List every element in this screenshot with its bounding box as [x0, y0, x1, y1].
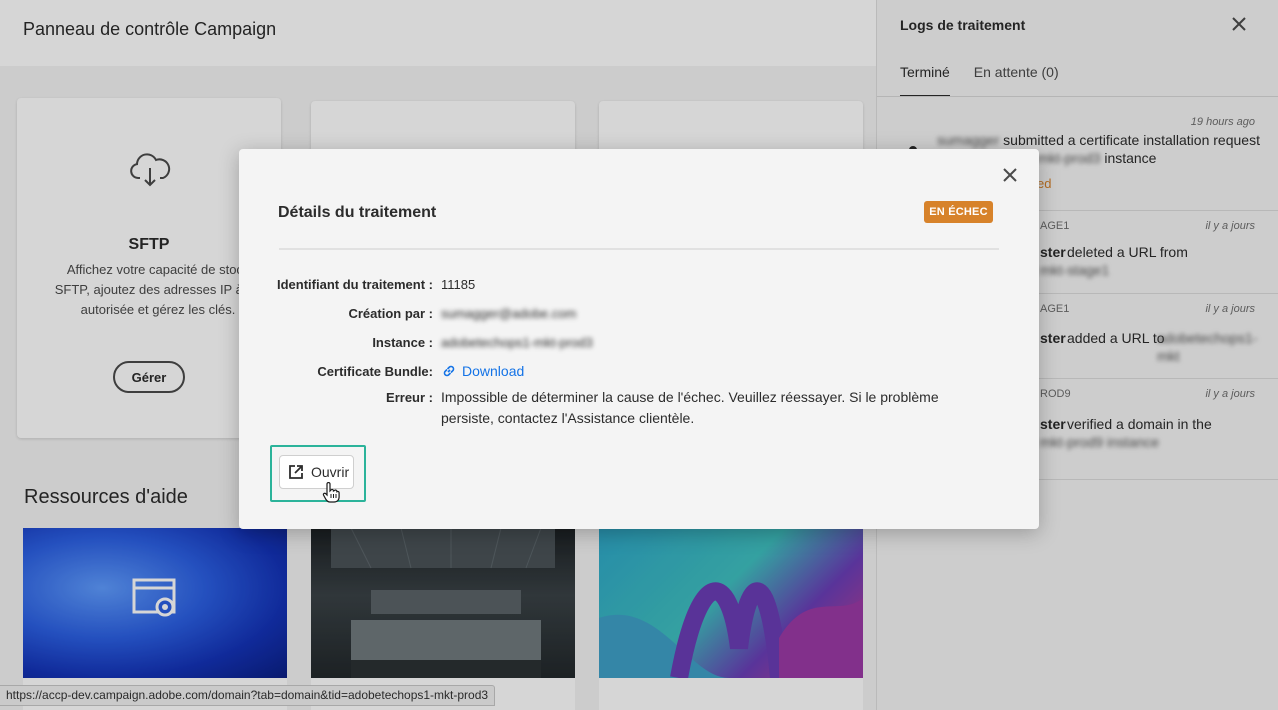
detail-value: adobetechops1-mkt-prod3: [441, 335, 593, 350]
open-button[interactable]: Ouvrir: [279, 455, 354, 489]
dialog-divider: [279, 248, 999, 250]
detail-label: Identifiant du traitement :: [277, 277, 433, 292]
detail-label: Instance :: [372, 335, 433, 350]
dialog-title: Détails du traitement: [278, 204, 437, 221]
external-link-icon: [289, 465, 303, 479]
detail-value: sumagger@adobe.com: [441, 306, 577, 321]
hand-cursor-icon: [322, 482, 340, 503]
detail-label: Certificate Bundle:: [317, 364, 433, 379]
processing-details-dialog: Détails du traitement EN ÉCHEC Identifia…: [239, 149, 1039, 529]
status-badge: EN ÉCHEC: [924, 201, 993, 223]
close-icon[interactable]: [1001, 166, 1019, 184]
link-icon: [443, 365, 455, 377]
download-link[interactable]: Download: [441, 363, 524, 379]
detail-label: Erreur :: [386, 390, 433, 405]
open-button-label: Ouvrir: [311, 464, 350, 480]
detail-value: 11185: [441, 277, 476, 292]
detail-label: Création par :: [348, 306, 433, 321]
download-link-label[interactable]: Download: [462, 363, 524, 379]
error-message: Impossible de déterminer la cause de l'é…: [441, 389, 939, 426]
